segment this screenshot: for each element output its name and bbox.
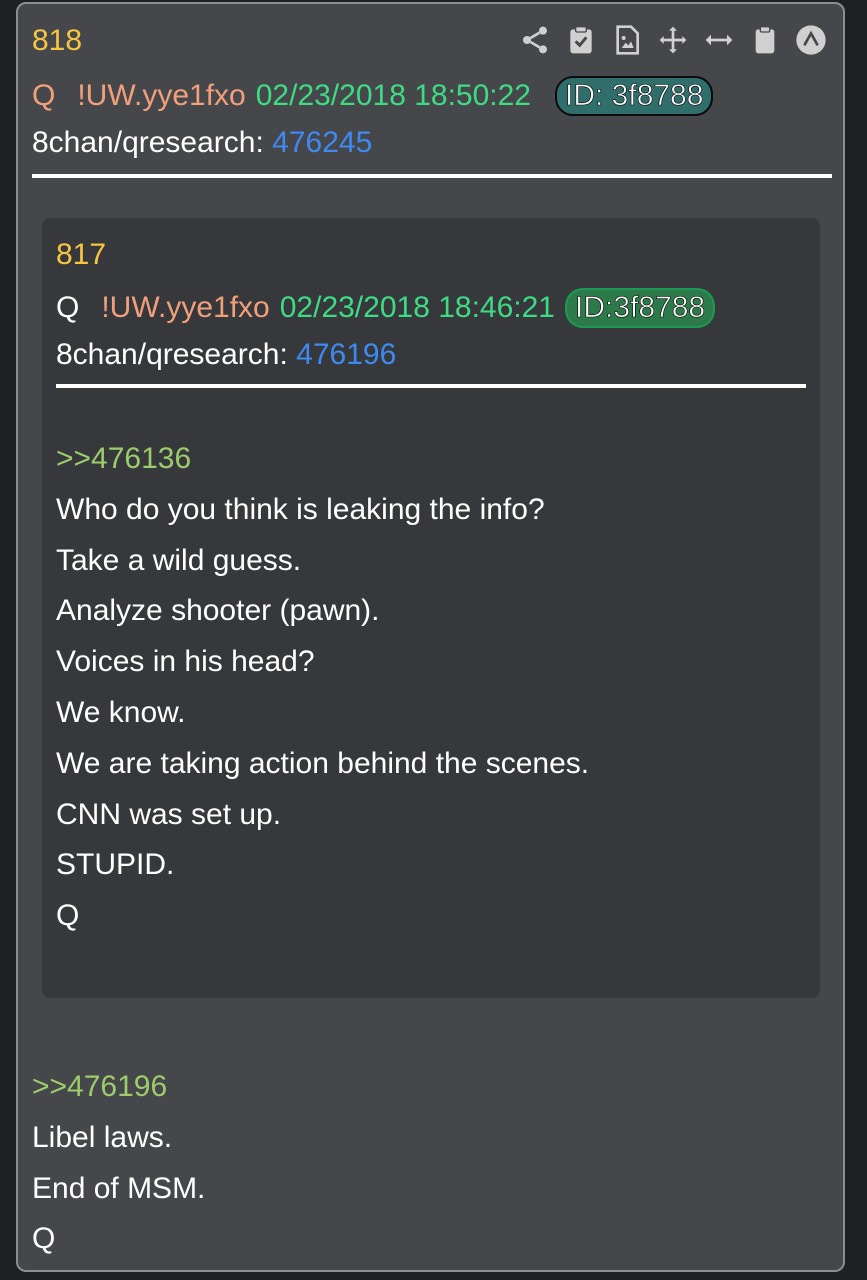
body-line: CNN was set up. (56, 797, 282, 831)
tripcode: !UW.yye1fxo (77, 79, 246, 112)
image-file-icon[interactable] (609, 22, 645, 58)
quoted-post-number: 817 (56, 238, 107, 271)
post-header: Q !UW.yye1fxo 02/23/2018 18:50:22 ID: 3f… (32, 76, 714, 116)
poster-id-badge[interactable]: ID: 3f8788 (555, 76, 714, 116)
quoted-post-body: >>476136 Who do you think is leaking the… (56, 434, 589, 942)
body-line: STUPID. (56, 848, 175, 882)
post-source: 8chan/qresearch: 476245 (32, 126, 372, 160)
post-card: 818 Q !UW.yye1fxo 02/23/2018 18:50:22 ID… (16, 2, 845, 1272)
clipboard-check-icon[interactable] (563, 22, 599, 58)
body-line: End of MSM. (32, 1171, 206, 1205)
reply-link[interactable]: >>476196 (32, 1062, 205, 1113)
post-date: 02/23/2018 18:50:22 (255, 79, 531, 112)
quoted-post-header: Q !UW.yye1fxo 02/23/2018 18:46:21 ID:3f8… (56, 288, 716, 328)
body-line: Analyze shooter (pawn). (56, 594, 380, 628)
expand-horizontal-icon[interactable] (701, 22, 737, 58)
quoted-post-date: 02/23/2018 18:46:21 (279, 291, 555, 324)
poster-name: Q (32, 79, 56, 112)
quoted-post-link[interactable]: 476196 (296, 338, 396, 371)
post-body: >>476196 Libel laws. End of MSM. Q (32, 1062, 205, 1265)
post-link[interactable]: 476245 (272, 126, 372, 159)
quoted-poster-name: Q (56, 291, 80, 324)
body-line: Voices in his head? (56, 645, 315, 679)
post-toolbar (517, 22, 829, 58)
body-line: Q (32, 1222, 56, 1256)
scroll-top-icon[interactable] (793, 22, 829, 58)
post-number: 818 (32, 24, 83, 57)
clipboard-icon[interactable] (747, 22, 783, 58)
quoted-post-source: 8chan/qresearch: 476196 (56, 338, 396, 372)
body-line: We are taking action behind the scenes. (56, 746, 590, 780)
quoted-tripcode: !UW.yye1fxo (101, 291, 270, 324)
quoted-reply-link[interactable]: >>476136 (56, 434, 589, 485)
quoted-board-label: 8chan/qresearch: (56, 338, 288, 371)
body-line: Q (56, 899, 80, 933)
body-line: We know. (56, 695, 186, 729)
quoted-header-divider (56, 384, 806, 388)
share-icon[interactable] (517, 22, 553, 58)
header-divider (32, 174, 832, 178)
quoted-poster-id-badge[interactable]: ID:3f8788 (565, 288, 716, 328)
quoted-post: 817 Q !UW.yye1fxo 02/23/2018 18:46:21 ID… (42, 218, 820, 998)
body-line: Take a wild guess. (56, 543, 302, 577)
board-label: 8chan/qresearch: (32, 126, 264, 159)
body-line: Libel laws. (32, 1120, 173, 1154)
body-line: Who do you think is leaking the info? (56, 492, 545, 526)
move-icon[interactable] (655, 22, 691, 58)
